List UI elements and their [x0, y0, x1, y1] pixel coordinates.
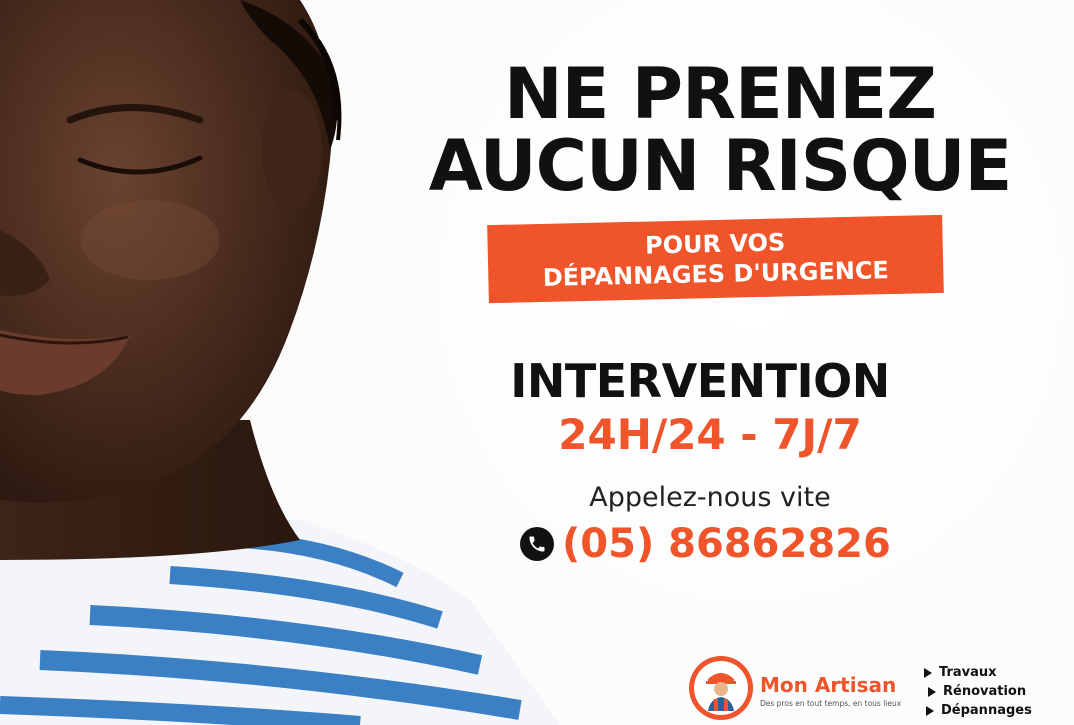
phone-contact[interactable]: (05) 86862826 [520, 520, 891, 568]
brand-name: Mon Artisan [760, 673, 897, 697]
triangle-bullet-icon [924, 667, 932, 678]
advert-canvas: NE PRENEZ AUCUN RISQUE POUR VOS DÉPANNAG… [0, 0, 1074, 725]
service-label: Rénovation [943, 684, 1027, 699]
call-to-action: Appelez-nous vite [589, 482, 831, 513]
brand-logo-block: Mon Artisan Des pros en tout temps, en t… [688, 655, 918, 723]
service-item-depannages: Dépannages [924, 701, 1064, 720]
phone-number[interactable]: (05) 86862826 [562, 520, 891, 568]
headline-line-2: AUCUN RISQUE [428, 125, 1013, 207]
urgency-banner: POUR VOS DÉPANNAGES D'URGENCE [487, 214, 944, 304]
phone-icon [520, 527, 554, 561]
headline: NE PRENEZ AUCUN RISQUE [400, 58, 1040, 202]
intervention-title: INTERVENTION [510, 354, 890, 408]
headline-line-1: NE PRENEZ [504, 53, 937, 135]
brand-tagline: Des pros en tout temps, en tous lieux [760, 699, 902, 708]
services-list: Travaux Rénovation Dépannages [924, 663, 1064, 720]
service-item-travaux: Travaux [924, 663, 1064, 682]
service-label: Travaux [939, 665, 997, 680]
triangle-bullet-icon [926, 705, 934, 716]
availability-hours: 24H/24 - 7J/7 [558, 410, 862, 459]
triangle-bullet-icon [928, 686, 936, 697]
artisan-logo-icon [689, 656, 753, 720]
service-item-renovation: Rénovation [924, 682, 1064, 701]
service-label: Dépannages [941, 703, 1032, 718]
